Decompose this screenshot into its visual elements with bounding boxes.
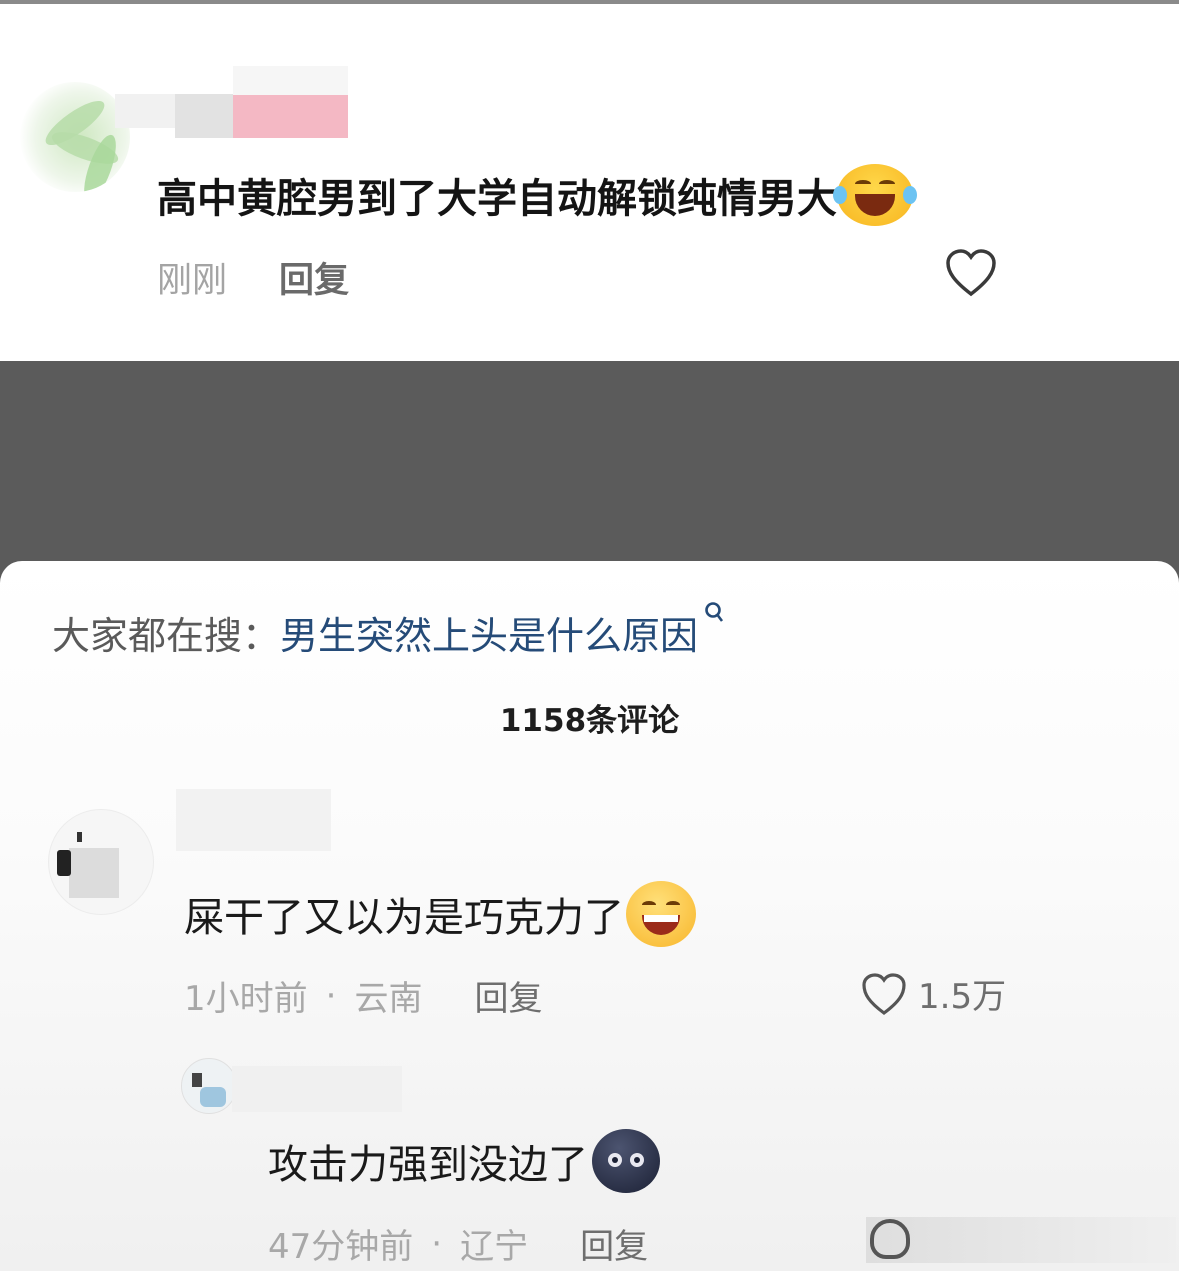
comment-count: 1158条评论 xyxy=(499,703,680,739)
timestamp: 47分钟前 xyxy=(268,1227,414,1267)
comment-text: 攻击力强到没边了 xyxy=(268,1129,660,1193)
blurred-username xyxy=(115,66,355,141)
location: 云南 xyxy=(354,979,423,1019)
reply-button[interactable]: 回复 xyxy=(279,252,349,303)
reply-button[interactable]: 回复 xyxy=(580,1219,648,1268)
avatar[interactable] xyxy=(48,809,154,915)
top-comment-card: 高中黄腔男到了大学自动解锁纯情男大 刚刚 回复 xyxy=(0,0,1179,361)
like-button[interactable]: 1.5万 xyxy=(860,969,1006,1018)
location: 辽宁 xyxy=(460,1227,529,1267)
timestamp: 1小时前 xyxy=(184,979,308,1019)
blurred-username xyxy=(176,789,331,851)
timestamp: 刚刚 xyxy=(157,261,228,301)
heart-icon[interactable] xyxy=(860,972,908,1016)
avatar[interactable] xyxy=(181,1058,237,1114)
dark-face-emoji-icon xyxy=(592,1129,660,1193)
trending-search-term[interactable]: 男生突然上头是什么原因 xyxy=(280,605,698,660)
like-count: 1.5万 xyxy=(918,977,1007,1017)
meta-separator: · xyxy=(325,975,337,1016)
blurred-like-area[interactable] xyxy=(866,1217,1176,1263)
avatar[interactable] xyxy=(20,82,130,192)
trending-search-prefix: 大家都在搜： xyxy=(52,614,281,658)
comment-text-content: 攻击力强到没边了 xyxy=(268,1142,588,1188)
search-icon[interactable] xyxy=(704,601,726,634)
heart-icon[interactable] xyxy=(944,248,998,298)
comment-meta: 47分钟前 · 辽宁 回复 xyxy=(268,1219,648,1268)
reply-button[interactable]: 回复 xyxy=(474,971,542,1020)
grinning-emoji-icon xyxy=(626,881,696,947)
blurred-username xyxy=(232,1066,402,1112)
comment-meta: 刚刚 回复 xyxy=(157,252,349,303)
comment-text: 高中黄腔男到了大学自动解锁纯情男大 xyxy=(157,164,917,226)
comment-text-content: 高中黄腔男到了大学自动解锁纯情男大 xyxy=(157,176,837,222)
trending-search[interactable]: 大家都在搜： 男生突然上头是什么原因 xyxy=(52,602,726,660)
comment-meta: 1小时前 · 云南 回复 xyxy=(184,971,542,1020)
meta-separator: · xyxy=(431,1223,443,1264)
comment-text-content: 屎干了又以为是巧克力了 xyxy=(184,895,624,941)
heart-icon[interactable] xyxy=(870,1219,910,1259)
laughing-tears-emoji-icon xyxy=(833,164,917,226)
comments-sheet: 大家都在搜： 男生突然上头是什么原因 1158条评论 屎干了又以为是巧克力了 1… xyxy=(0,561,1179,1271)
comment-text: 屎干了又以为是巧克力了 xyxy=(184,881,696,947)
